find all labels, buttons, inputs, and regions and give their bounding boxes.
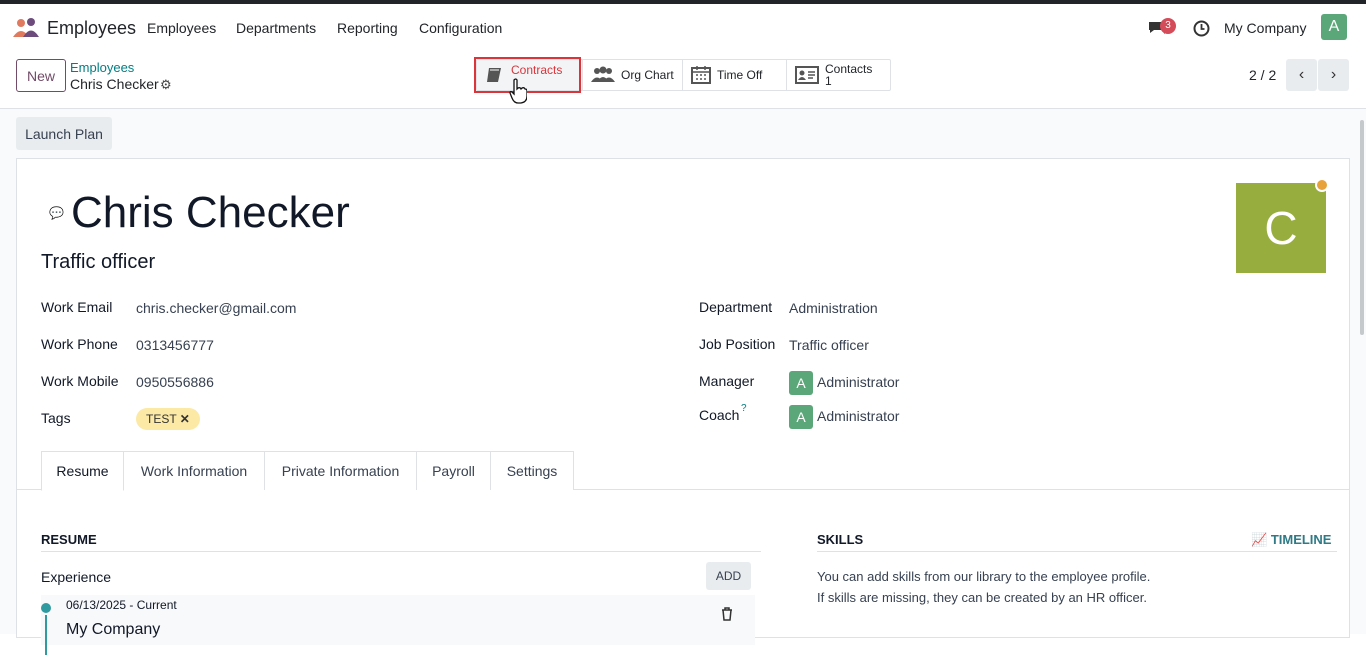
activity-clock-icon[interactable] bbox=[1193, 20, 1210, 37]
skills-divider bbox=[817, 551, 1337, 552]
smart-buttons: Contracts Org Chart Time Off Contacts 1 bbox=[476, 59, 891, 91]
job-title[interactable]: Traffic officer bbox=[41, 251, 155, 274]
book-icon bbox=[487, 68, 501, 82]
tab-payroll[interactable]: Payroll bbox=[416, 451, 491, 490]
manager-avatar: A bbox=[789, 371, 813, 395]
chevron-right-icon[interactable]: › bbox=[1318, 59, 1349, 91]
timeline-line bbox=[45, 615, 47, 655]
trash-icon[interactable] bbox=[721, 607, 733, 621]
add-resume-button[interactable]: ADD bbox=[706, 562, 751, 590]
contacts-label: Contacts bbox=[825, 62, 873, 76]
org-chart-label: Org Chart bbox=[621, 68, 674, 82]
menu-configuration[interactable]: Configuration bbox=[419, 20, 502, 36]
tab-work-information[interactable]: Work Information bbox=[123, 451, 265, 490]
presence-status-dot bbox=[1315, 178, 1329, 192]
chat-icon[interactable]: 💬 bbox=[49, 206, 64, 220]
calendar-icon bbox=[691, 66, 711, 84]
work-phone-label: Work Phone bbox=[41, 336, 118, 352]
time-off-label: Time Off bbox=[717, 68, 763, 82]
pager-value[interactable]: 2 / 2 bbox=[1249, 67, 1276, 83]
new-button[interactable]: New bbox=[16, 59, 66, 92]
user-avatar[interactable]: A bbox=[1321, 14, 1347, 40]
chevron-left-icon[interactable]: ‹ bbox=[1286, 59, 1317, 91]
app-name[interactable]: Employees bbox=[47, 18, 136, 39]
coach-avatar: A bbox=[789, 405, 813, 429]
skills-title: SKILLS bbox=[817, 532, 864, 547]
contacts-count: 1 bbox=[825, 74, 832, 88]
launch-plan-button[interactable]: Launch Plan bbox=[16, 117, 112, 150]
breadcrumb-employees[interactable]: Employees bbox=[70, 60, 134, 75]
resume-company: My Company bbox=[66, 621, 161, 638]
tag-badge[interactable]: TEST ✕ bbox=[136, 408, 200, 430]
resume-divider bbox=[41, 551, 761, 552]
skills-help-line2: If skills are missing, they can be creat… bbox=[817, 590, 1147, 605]
menu-reporting[interactable]: Reporting bbox=[337, 20, 398, 36]
close-icon[interactable]: ✕ bbox=[180, 412, 190, 426]
department-field[interactable]: Administration bbox=[789, 300, 878, 316]
resume-date: 06/13/2025 - Current bbox=[66, 598, 177, 612]
message-count-badge: 3 bbox=[1160, 18, 1176, 34]
manager-label: Manager bbox=[699, 373, 755, 389]
navbar: Employees Employees Departments Reportin… bbox=[0, 4, 1366, 52]
app-logo-icon[interactable] bbox=[12, 17, 40, 39]
skills-help-line1: You can add skills from our library to t… bbox=[817, 569, 1151, 584]
tags-label: Tags bbox=[41, 410, 71, 426]
job-position-field[interactable]: Traffic officer bbox=[789, 337, 869, 353]
chart-line-icon: 📈 bbox=[1251, 532, 1268, 547]
scrollbar[interactable] bbox=[1360, 120, 1364, 335]
hand-cursor-icon bbox=[509, 78, 527, 104]
manager-field[interactable]: Administrator bbox=[817, 374, 899, 390]
employee-avatar[interactable]: C bbox=[1236, 183, 1326, 273]
coach-help-icon[interactable]: ? bbox=[741, 403, 747, 414]
coach-label: Coach bbox=[699, 407, 740, 423]
job-position-label: Job Position bbox=[699, 336, 776, 352]
time-off-button[interactable]: Time Off bbox=[683, 60, 787, 90]
tab-private-information[interactable]: Private Information bbox=[264, 451, 417, 490]
form-sheet: 💬 Chris Checker Traffic officer C Work E… bbox=[16, 158, 1350, 655]
coach-field[interactable]: Administrator bbox=[817, 408, 899, 424]
work-email-field[interactable]: chris.checker@gmail.com bbox=[136, 300, 296, 316]
form-tabs: Resume Work Information Private Informat… bbox=[17, 451, 1349, 491]
address-card-icon bbox=[795, 66, 819, 84]
department-label: Department bbox=[699, 299, 773, 315]
menu-departments[interactable]: Departments bbox=[236, 20, 316, 36]
form-content: Launch Plan 💬 Chris Checker Traffic offi… bbox=[0, 109, 1366, 655]
experience-label: Experience bbox=[41, 569, 112, 585]
work-email-label: Work Email bbox=[41, 299, 113, 315]
timeline-label: TIMELINE bbox=[1270, 532, 1332, 547]
contacts-button[interactable]: Contacts 1 bbox=[787, 60, 890, 90]
work-phone-field[interactable]: 0313456777 bbox=[136, 337, 214, 353]
resume-title: RESUME bbox=[41, 532, 97, 547]
timeline-dot bbox=[41, 603, 51, 613]
contracts-button[interactable]: Contracts bbox=[477, 60, 583, 90]
work-mobile-field[interactable]: 0950556886 bbox=[136, 374, 214, 390]
tab-resume[interactable]: Resume bbox=[41, 451, 124, 491]
employee-name[interactable]: Chris Checker bbox=[71, 188, 350, 238]
tag-text: TEST bbox=[146, 412, 177, 426]
control-panel: New Employees Chris Checker ⚙ Contracts … bbox=[0, 52, 1366, 109]
breadcrumb-current: Chris Checker bbox=[70, 76, 159, 92]
menu-employees[interactable]: Employees bbox=[147, 20, 216, 36]
contracts-label: Contracts bbox=[511, 63, 563, 77]
gear-icon[interactable]: ⚙ bbox=[160, 77, 172, 93]
org-chart-button[interactable]: Org Chart bbox=[583, 60, 683, 90]
work-mobile-label: Work Mobile bbox=[41, 373, 119, 389]
users-icon bbox=[591, 66, 615, 82]
company-switcher[interactable]: My Company bbox=[1224, 20, 1306, 36]
timeline-button[interactable]: 📈 TIMELINE bbox=[1251, 532, 1331, 548]
tab-settings[interactable]: Settings bbox=[490, 451, 574, 490]
